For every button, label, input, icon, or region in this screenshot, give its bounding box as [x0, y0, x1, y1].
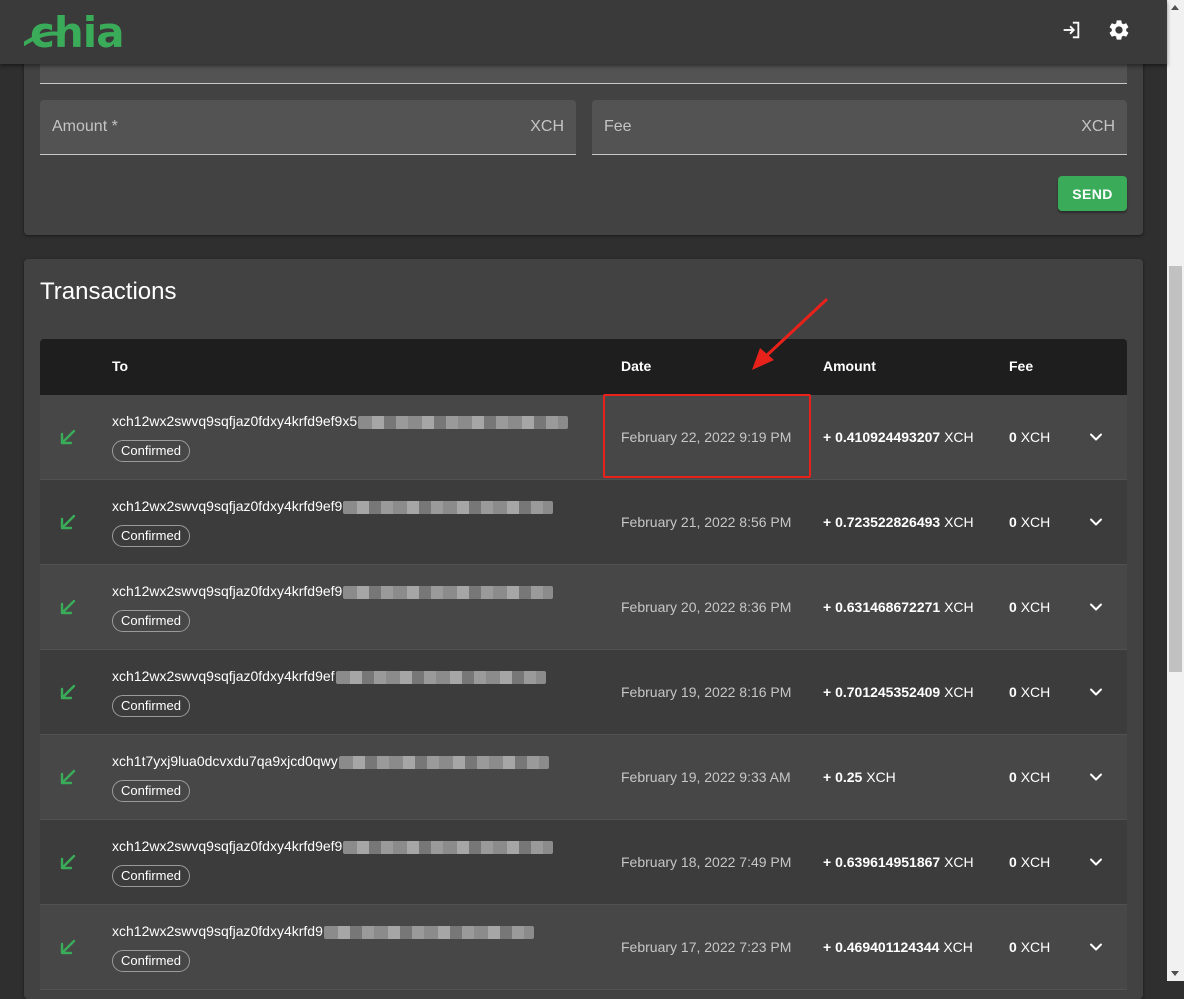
incoming-arrow-icon [58, 597, 78, 622]
column-to: To [112, 358, 129, 374]
redacted-blur [343, 500, 554, 514]
table-row[interactable]: xch12wx2swvq9sqfjaz0fdxy4krfd9ef9x5 Confi… [40, 395, 1127, 480]
incoming-arrow-icon [58, 512, 78, 537]
fee-unit: XCH [1081, 118, 1115, 135]
table-body: xch12wx2swvq9sqfjaz0fdxy4krfd9ef9x5 Confi… [40, 395, 1127, 990]
transaction-amount: + 0.723522826493 XCH [823, 514, 974, 530]
status-badge: Confirmed [112, 695, 190, 717]
transaction-date: February 20, 2022 8:36 PM [621, 599, 792, 615]
chia-logo: chia [22, 8, 126, 57]
transaction-amount: + 0.639614951867 XCH [823, 854, 974, 870]
table-row[interactable]: xch1t7yxj9lua0dcvxdu7qa9xjcd0qwy Confirme… [40, 735, 1127, 820]
incoming-arrow-icon [58, 937, 78, 962]
table-row[interactable]: xch12wx2swvq9sqfjaz0fdxy4krfd9ef9 Confirm… [40, 480, 1127, 565]
recipient-address: xch12wx2swvq9sqfjaz0fdxy4krfd9ef [112, 668, 546, 684]
chevron-down-icon[interactable] [1086, 852, 1106, 877]
redacted-blur [358, 415, 569, 429]
send-button[interactable]: SEND [1058, 176, 1127, 211]
column-amount: Amount [823, 358, 876, 374]
transaction-date: February 17, 2022 7:23 PM [621, 939, 792, 955]
date-highlight-box [603, 394, 811, 478]
chevron-down-icon[interactable] [1086, 597, 1106, 622]
transaction-date: February 19, 2022 8:16 PM [621, 684, 792, 700]
redacted-blur [343, 840, 554, 854]
table-row[interactable]: xch12wx2swvq9sqfjaz0fdxy4krfd9ef Confirme… [40, 650, 1127, 735]
status-badge: Confirmed [112, 865, 190, 887]
scroll-down-arrow[interactable] [1171, 971, 1179, 976]
transaction-fee: 0 XCH [1009, 854, 1051, 870]
recipient-address: xch1t7yxj9lua0dcvxdu7qa9xjcd0qwy [112, 753, 549, 769]
chevron-down-icon[interactable] [1086, 512, 1106, 537]
settings-button[interactable] [1103, 16, 1135, 48]
transaction-date: February 18, 2022 7:49 PM [621, 854, 792, 870]
amount-label: Amount * [52, 118, 118, 135]
transactions-card: Transactions To Date Amount Fee xch12wx2… [24, 259, 1143, 999]
status-badge: Confirmed [112, 610, 190, 632]
chevron-down-icon[interactable] [1086, 427, 1106, 452]
transactions-table: To Date Amount Fee xch12wx2swvq9sqfjaz0f… [40, 339, 1127, 990]
table-row[interactable]: xch12wx2swvq9sqfjaz0fdxy4krfd9ef9 Confirm… [40, 565, 1127, 650]
logout-button[interactable] [1055, 16, 1087, 48]
transaction-amount: + 0.631468672271 XCH [823, 599, 974, 615]
status-badge: Confirmed [112, 780, 190, 802]
recipient-address: xch12wx2swvq9sqfjaz0fdxy4krfd9ef9 [112, 583, 554, 599]
transaction-fee: 0 XCH [1009, 684, 1051, 700]
incoming-arrow-icon [58, 767, 78, 792]
table-row[interactable]: xch12wx2swvq9sqfjaz0fdxy4krfd9ef9 Confirm… [40, 820, 1127, 905]
logout-icon [1060, 19, 1082, 46]
transaction-amount: + 0.701245352409 XCH [823, 684, 974, 700]
transaction-fee: 0 XCH [1009, 599, 1051, 615]
table-header: To Date Amount Fee [40, 339, 1127, 395]
transaction-fee: 0 XCH [1009, 429, 1051, 445]
recipient-address: xch12wx2swvq9sqfjaz0fdxy4krfd9ef9 [112, 498, 554, 514]
chevron-down-icon[interactable] [1086, 937, 1106, 962]
status-badge: Confirmed [112, 440, 190, 462]
recipient-address: xch12wx2swvq9sqfjaz0fdxy4krfd9ef9x5 [112, 413, 569, 429]
transactions-title: Transactions [40, 278, 177, 305]
redacted-blur [343, 585, 554, 599]
app-bar: chia [0, 0, 1167, 64]
scroll-up-arrow[interactable] [1171, 5, 1179, 10]
chevron-down-icon[interactable] [1086, 767, 1106, 792]
transaction-amount: + 0.410924493207 XCH [823, 429, 974, 445]
redacted-blur [335, 670, 546, 684]
status-badge: Confirmed [112, 525, 190, 547]
incoming-arrow-icon [58, 852, 78, 877]
column-fee: Fee [1009, 358, 1034, 374]
incoming-arrow-icon [58, 427, 78, 452]
scrollbar-thumb[interactable] [1169, 266, 1182, 672]
amount-field[interactable]: Amount * XCH [40, 100, 576, 155]
transaction-date: February 19, 2022 9:33 AM [621, 769, 791, 785]
chevron-down-icon[interactable] [1086, 682, 1106, 707]
send-card: Amount * XCH Fee XCH SEND [24, 30, 1143, 235]
gear-icon [1107, 18, 1131, 47]
recipient-address: xch12wx2swvq9sqfjaz0fdxy4krfd9 [112, 923, 534, 939]
annotation-arrow [740, 296, 830, 381]
transaction-fee: 0 XCH [1009, 514, 1051, 530]
amount-unit: XCH [530, 118, 564, 135]
redacted-blur [323, 925, 534, 939]
table-row[interactable]: xch12wx2swvq9sqfjaz0fdxy4krfd9 Confirmed F… [40, 905, 1127, 990]
transaction-amount: + 0.469401124344 XCH [823, 939, 973, 955]
transaction-fee: 0 XCH [1009, 939, 1051, 955]
transaction-fee: 0 XCH [1009, 769, 1051, 785]
recipient-address: xch12wx2swvq9sqfjaz0fdxy4krfd9ef9 [112, 838, 554, 854]
scrollbar[interactable] [1167, 0, 1184, 981]
fee-field[interactable]: Fee XCH [592, 100, 1127, 155]
redacted-blur [338, 755, 549, 769]
fee-label: Fee [604, 118, 632, 135]
incoming-arrow-icon [58, 682, 78, 707]
status-badge: Confirmed [112, 950, 190, 972]
transaction-amount: + 0.25 XCH [823, 769, 896, 785]
transaction-date: February 21, 2022 8:56 PM [621, 514, 792, 530]
svg-text:chia: chia [30, 10, 124, 52]
column-date: Date [621, 358, 652, 374]
